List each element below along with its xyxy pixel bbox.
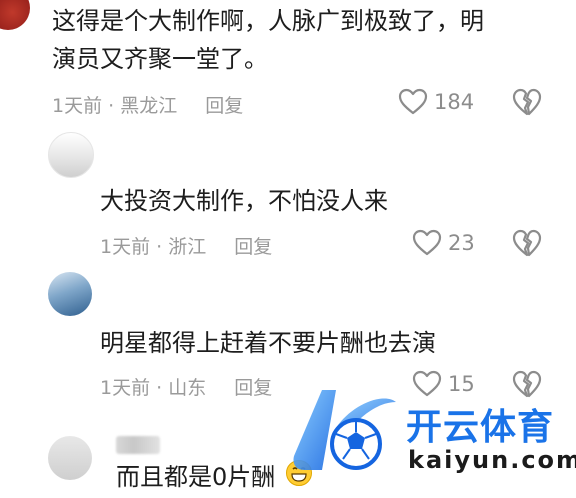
broken-heart-icon xyxy=(512,370,542,398)
broken-heart-icon xyxy=(512,88,542,116)
like-button[interactable]: 15 xyxy=(412,370,475,397)
comment-text-line: 大投资大制作，不怕没人来 xyxy=(100,187,388,215)
reply-button[interactable]: 回复 xyxy=(205,95,243,117)
comment-text-line: 这得是个大制作啊，人脉广到极致了，明 xyxy=(52,7,484,35)
comment-meta: 1天前 · 山东 回复 xyxy=(100,373,272,400)
broken-heart-icon xyxy=(512,229,542,257)
username-blurred[interactable] xyxy=(116,436,160,454)
comment-meta: 1天前 · 黑龙江 回复 xyxy=(52,91,243,118)
k-logo-icon xyxy=(293,390,396,470)
timestamp-location: 1天前 · 黑龙江 xyxy=(52,95,178,117)
avatar[interactable] xyxy=(48,272,92,316)
avatar[interactable] xyxy=(0,0,30,30)
reply-button[interactable]: 回复 xyxy=(234,236,272,258)
like-count: 184 xyxy=(434,89,475,114)
comment-meta: 1天前 · 浙江 回复 xyxy=(100,232,272,259)
comment-text: 明星都得上赶着不要片酬也去演 xyxy=(100,324,560,362)
watermark-url: kaiyun.com xyxy=(408,446,576,474)
timestamp-location: 1天前 · 山东 xyxy=(100,377,207,399)
comment-text-line: 明星都得上赶着不要片酬也去演 xyxy=(100,329,436,357)
heart-icon xyxy=(412,370,442,397)
timestamp-location: 1天前 · 浙江 xyxy=(100,236,207,258)
heart-icon xyxy=(398,88,428,115)
comment-text: 这得是个大制作啊，人脉广到极致了，明 演员又齐聚一堂了。 xyxy=(52,2,572,78)
like-button[interactable]: 23 xyxy=(412,229,475,256)
comment-text: 大投资大制作，不怕没人来 xyxy=(100,182,560,220)
comment-text-line: 而且都是0片酬 xyxy=(116,463,276,491)
avatar[interactable] xyxy=(48,436,92,480)
like-count: 15 xyxy=(448,371,475,396)
reply-button[interactable]: 回复 xyxy=(234,377,272,399)
comment-text-line: 演员又齐聚一堂了。 xyxy=(52,45,268,73)
heart-icon xyxy=(412,229,442,256)
dislike-button[interactable] xyxy=(512,88,542,120)
kaiyun-logo xyxy=(292,384,402,480)
dislike-button[interactable] xyxy=(512,229,542,261)
avatar[interactable] xyxy=(48,132,94,178)
watermark-brand: 开云体育 xyxy=(406,407,555,448)
like-count: 23 xyxy=(448,230,475,255)
like-button[interactable]: 184 xyxy=(398,88,474,115)
